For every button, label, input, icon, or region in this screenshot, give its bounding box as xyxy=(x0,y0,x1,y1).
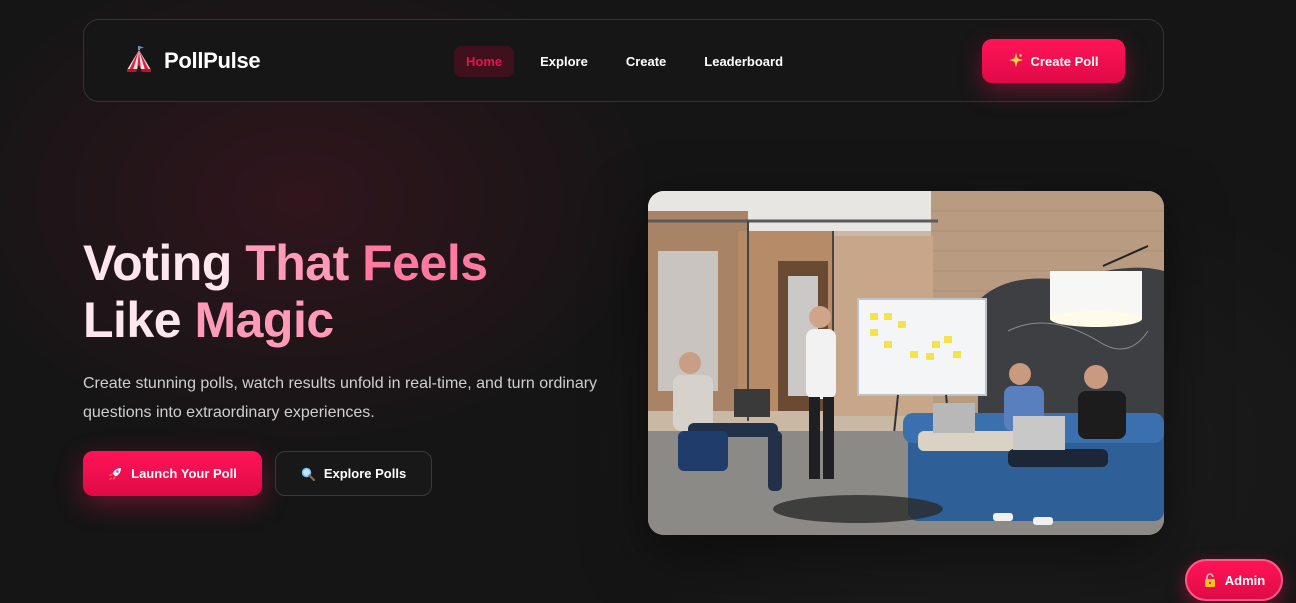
nav-link-leaderboard[interactable]: Leaderboard xyxy=(692,46,795,77)
navbar: PollPulse Home Explore Create Leaderboar… xyxy=(83,19,1164,102)
create-poll-label: Create Poll xyxy=(1030,53,1099,69)
hero-title-word: Magic xyxy=(194,292,334,348)
hero-title-word: Like xyxy=(83,292,182,348)
hero-subtitle: Create stunning polls, watch results unf… xyxy=(83,375,598,421)
admin-label: Admin xyxy=(1224,572,1266,588)
hero-title-word: Voting xyxy=(83,235,232,291)
hero-title-word: That xyxy=(245,235,349,291)
hero-image xyxy=(648,191,1164,535)
magnifier-icon xyxy=(301,467,315,481)
nav-link-explore[interactable]: Explore xyxy=(528,46,600,77)
launch-poll-button[interactable]: Launch Your Poll xyxy=(83,451,262,496)
nav-links: Home Explore Create Leaderboard xyxy=(454,46,795,77)
hero-title-word: Feels xyxy=(362,235,488,291)
hero-title: Voting That Feels Like Magic xyxy=(83,235,603,349)
launch-poll-label: Launch Your Poll xyxy=(131,466,237,481)
brand[interactable]: PollPulse xyxy=(124,45,261,76)
nav-link-home[interactable]: Home xyxy=(454,46,515,77)
explore-polls-label: Explore Polls xyxy=(323,466,407,481)
explore-polls-button[interactable]: Explore Polls xyxy=(275,451,432,496)
brand-name: PollPulse xyxy=(164,47,261,73)
create-poll-button[interactable]: Create Poll xyxy=(982,39,1125,83)
nav-link-create[interactable]: Create xyxy=(614,46,678,77)
admin-button[interactable]: Admin xyxy=(1185,559,1283,601)
lock-icon xyxy=(1203,573,1217,587)
rocket-icon xyxy=(108,467,122,481)
circus-tent-icon xyxy=(124,45,154,76)
sparkle-icon xyxy=(1008,52,1023,70)
